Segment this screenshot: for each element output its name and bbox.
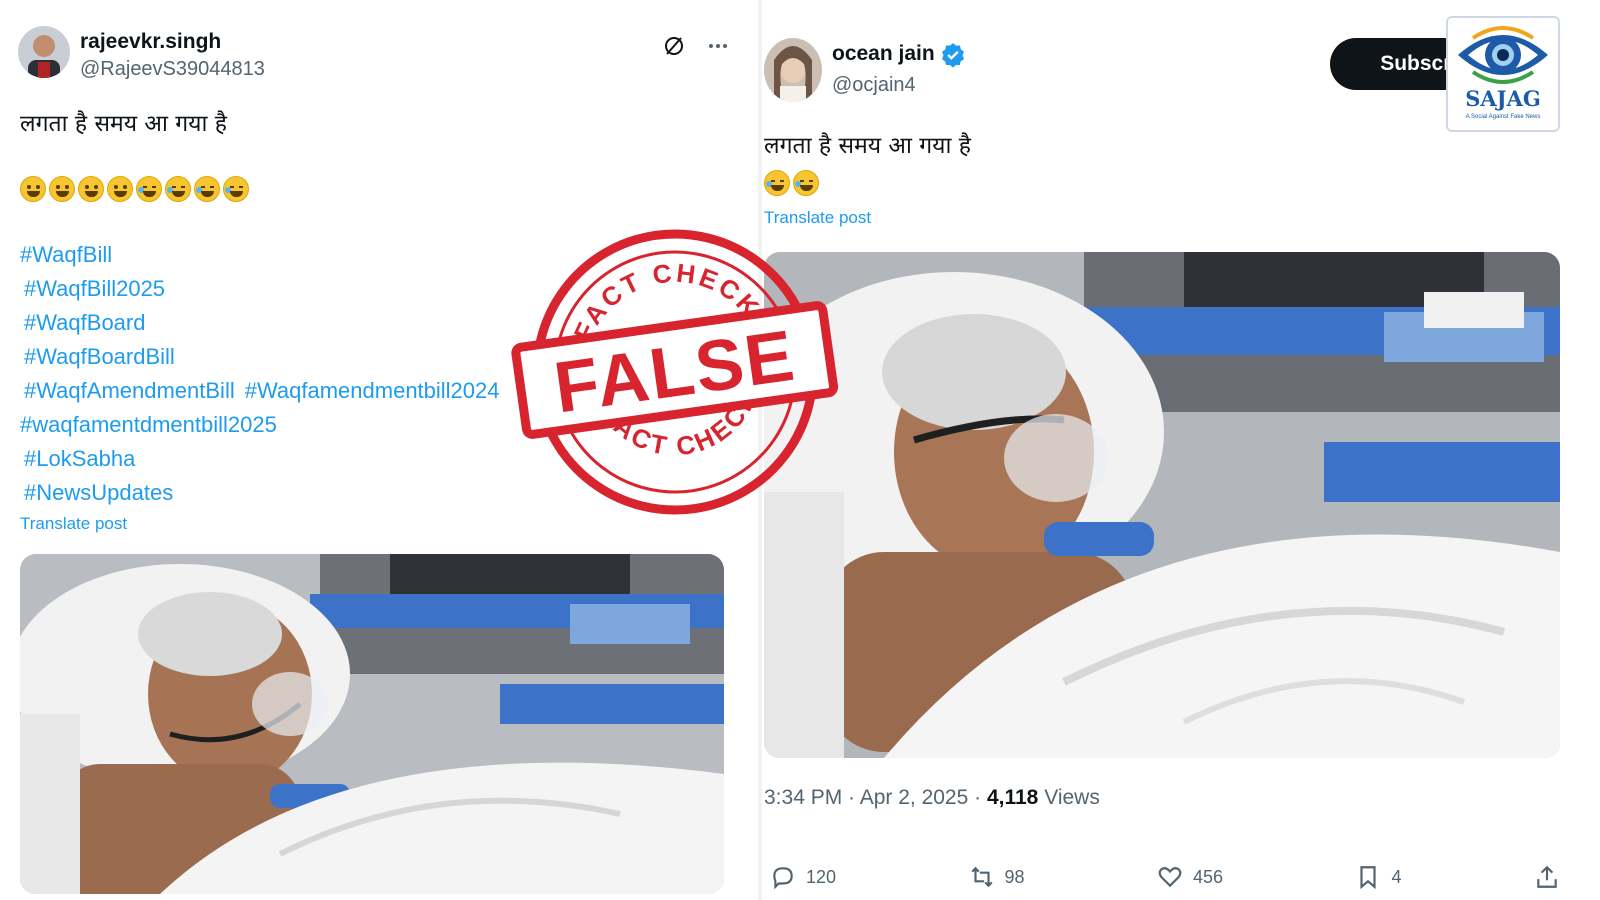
share-icon (1537, 865, 1557, 888)
bookmark-icon (1360, 866, 1377, 890)
reply-icon (773, 867, 793, 890)
more-icon[interactable] (706, 34, 730, 64)
grinning-emoji-icon (49, 176, 75, 202)
hashtag-link[interactable]: #waqfamentdmentbill2025 (20, 408, 510, 442)
sajag-logo: SAJAG A Social Against Fake News (1446, 16, 1560, 132)
hashtag-link[interactable]: #NewsUpdates (20, 476, 510, 510)
repost-icon (970, 866, 993, 888)
right-avatar[interactable] (764, 38, 822, 102)
grinning-emoji-icon (107, 176, 133, 202)
left-post-text: लगता है समय आ गया है (20, 111, 227, 137)
tears-of-joy-emoji-icon (194, 176, 220, 202)
post-actions: 120 98 456 4 (770, 862, 1560, 892)
logo-name: SAJAG (1465, 86, 1541, 111)
share-button[interactable] (1534, 862, 1560, 892)
grok-icon[interactable] (662, 34, 686, 64)
hashtag-link[interactable]: #Waqfamendmentbill2024 (245, 374, 500, 408)
repost-count: 98 (1004, 866, 1025, 887)
tears-of-joy-emoji-icon (793, 170, 819, 196)
post-meta: 3:34 PM · Apr 2, 2025 · 4,118 Views (764, 786, 1100, 810)
left-avatar[interactable] (18, 26, 70, 78)
like-icon (1158, 867, 1182, 888)
hashtag-link[interactable]: #WaqfAmendmentBill (24, 374, 235, 408)
views-count: 4,118 (986, 786, 1039, 809)
grinning-emoji-icon (78, 176, 104, 202)
reply-count: 120 (806, 866, 837, 887)
right-emoji-row (764, 168, 822, 196)
right-handle[interactable]: @ocjain4 (832, 74, 916, 97)
reply-button[interactable]: 120 (770, 862, 836, 892)
tears-of-joy-emoji-icon (223, 176, 249, 202)
hashtag-link[interactable]: #WaqfBoardBill (20, 340, 510, 374)
left-emoji-row (20, 174, 252, 202)
eye-logo-icon (1458, 26, 1548, 84)
hashtag-link[interactable]: #WaqfBill2025 (20, 272, 510, 306)
hashtag-link[interactable]: #WaqfBill (20, 238, 510, 272)
left-post-image[interactable] (20, 554, 724, 894)
right-display-name[interactable]: ocean jain (832, 42, 935, 66)
grinning-emoji-icon (20, 176, 46, 202)
right-post-image[interactable] (764, 252, 1560, 758)
logo-tagline: A Social Against Fake News (1465, 114, 1541, 120)
post-timestamp[interactable]: 3:34 PM · Apr 2, 2025 · (764, 786, 987, 809)
views-label: Views (1038, 786, 1100, 809)
repost-button[interactable]: 98 (969, 862, 1025, 892)
left-post-toolbar (662, 34, 730, 64)
like-count: 456 (1192, 866, 1224, 887)
verified-badge-icon (940, 42, 966, 73)
left-display-name[interactable]: rajeevkr.singh (80, 30, 221, 54)
left-translate-link[interactable]: Translate post (20, 514, 127, 534)
hashtag-row: #WaqfAmendmentBill #Waqfamendmentbill2024 (20, 374, 510, 408)
bookmark-count: 4 (1391, 866, 1402, 887)
like-button[interactable]: 456 (1157, 862, 1223, 892)
bookmark-button[interactable]: 4 (1355, 862, 1402, 892)
tears-of-joy-emoji-icon (764, 170, 790, 196)
hashtag-link[interactable]: #LokSabha (20, 442, 510, 476)
hashtag-link[interactable]: #WaqfBoard (20, 306, 510, 340)
fact-check-false-stamp: FACT CHECK FACT CHECK ★ ★ ★ ★ FALSE (511, 229, 839, 515)
left-hashtags: #WaqfBill #WaqfBill2025 #WaqfBoard #Waqf… (20, 238, 510, 510)
tears-of-joy-emoji-icon (136, 176, 162, 202)
left-handle[interactable]: @RajeevS39044813 (80, 58, 265, 81)
right-post-text: लगता है समय आ गया है (764, 133, 971, 159)
tears-of-joy-emoji-icon (165, 176, 191, 202)
